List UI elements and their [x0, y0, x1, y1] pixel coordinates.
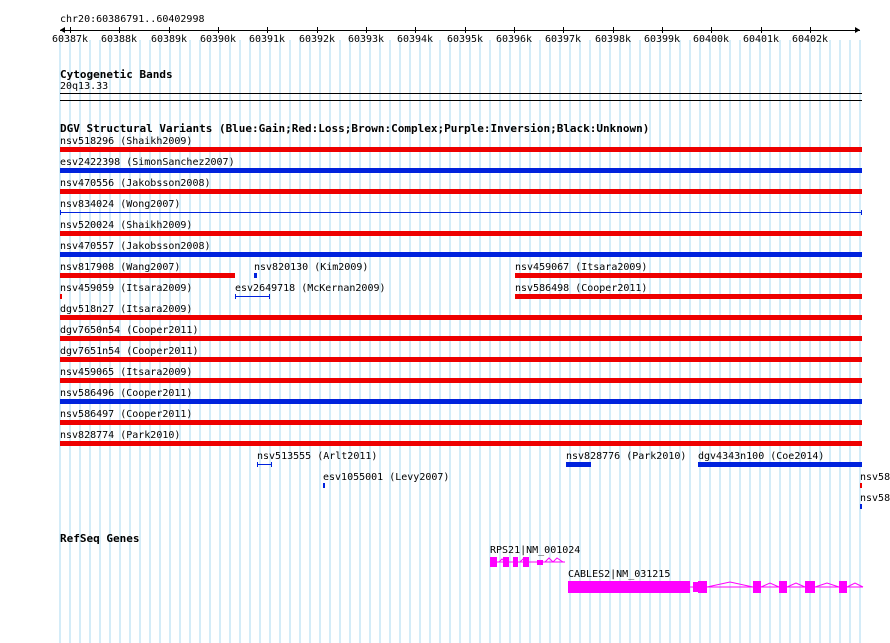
cytoband-track-title: Cytogenetic Bands [60, 68, 173, 81]
dgv-feature-bar[interactable] [60, 336, 862, 341]
ruler-tick-label: 60398k [594, 34, 632, 45]
dgv-feature-bar[interactable] [235, 296, 270, 297]
ruler-tick-label: 60394k [396, 34, 434, 45]
ruler-tick-label: 60391k [248, 34, 286, 45]
ruler-tick-mark [317, 27, 318, 33]
dgv-feature-bar[interactable] [515, 273, 862, 278]
dgv-feature-bar[interactable] [323, 483, 325, 488]
dgv-feature-bar[interactable] [60, 273, 235, 278]
dgv-feature-bar[interactable] [515, 294, 862, 299]
dgv-feature-bar[interactable] [60, 420, 862, 425]
dgv-feature-bar[interactable] [60, 168, 862, 173]
dgv-feature-bar[interactable] [860, 504, 862, 509]
dgv-feature-label: nsv58 [860, 472, 890, 483]
ruler-tick-label: 60402k [791, 34, 829, 45]
gene-cables2[interactable] [565, 580, 865, 594]
dgv-feature-bar[interactable] [698, 462, 862, 467]
dgv-feature-bar[interactable] [60, 189, 862, 194]
ruler-tick-label: 60388k [100, 34, 138, 45]
dgv-feature-bar[interactable] [254, 273, 257, 278]
ruler-tick-mark [169, 27, 170, 33]
ruler-tick-mark [613, 27, 614, 33]
ruler-tick-mark [415, 27, 416, 33]
gene-rps21[interactable] [485, 555, 585, 569]
ruler-line [60, 30, 860, 31]
cytoband-label: 20q13.33 [60, 81, 109, 92]
dgv-feature-label: nsv513555 (Arlt2011) [257, 451, 378, 462]
dgv-track-title: DGV Structural Variants (Blue:Gain;Red:L… [60, 122, 650, 135]
dgv-feature-bar[interactable] [566, 462, 591, 467]
ruler-tick-label: 60397k [544, 34, 582, 45]
ruler-tick-mark [761, 27, 762, 33]
background-grid [59, 40, 861, 643]
dgv-feature-bar[interactable] [60, 399, 862, 404]
dgv-feature-bar[interactable] [60, 294, 62, 299]
dgv-feature-label: esv1055001 (Levy2007) [323, 472, 450, 483]
ruler-tick-label: 60401k [742, 34, 780, 45]
dgv-feature-bar[interactable] [60, 231, 862, 236]
dgv-feature-label: esv2649718 (McKernan2009) [235, 283, 386, 294]
ruler-arrow-left-icon [60, 27, 65, 33]
ruler-tick-label: 60400k [692, 34, 730, 45]
dgv-feature-bar[interactable] [60, 378, 862, 383]
track-separator [60, 100, 862, 101]
ruler-tick-mark [119, 27, 120, 33]
ruler-tick-mark [267, 27, 268, 33]
ruler-tick-mark [810, 27, 811, 33]
ruler-tick-mark [514, 27, 515, 33]
dgv-feature-bar[interactable] [60, 147, 862, 152]
dgv-feature-bar[interactable] [860, 483, 862, 488]
dgv-feature-bar[interactable] [60, 315, 862, 320]
ruler-arrow-right-icon [855, 27, 860, 33]
dgv-feature-bar[interactable] [60, 441, 862, 446]
dgv-feature-label: nsv58 [860, 493, 890, 504]
ruler-tick-mark [563, 27, 564, 33]
ruler-tick-label: 60392k [298, 34, 336, 45]
dgv-feature-bar[interactable] [60, 212, 862, 213]
dgv-feature-bar[interactable] [60, 357, 862, 362]
dgv-feature-label: nsv834024 (Wong2007) [60, 199, 181, 210]
dgv-feature-bar[interactable] [60, 252, 862, 257]
dgv-feature-label: nsv459059 (Itsara2009) [60, 283, 193, 294]
location-label: chr20:60386791..60402998 [60, 14, 205, 25]
ruler-tick-mark [465, 27, 466, 33]
refseq-track-title: RefSeq Genes [60, 532, 140, 545]
ruler-tick-label: 60395k [446, 34, 484, 45]
dgv-feature-label: nsv820130 (Kim2009) [254, 262, 369, 273]
genome-browser-view: chr20:60386791..60402998 60387k 60388k 603… [0, 0, 890, 643]
ruler-tick-label: 60399k [643, 34, 681, 45]
ruler-tick-label: 60396k [495, 34, 533, 45]
ruler-tick-mark [662, 27, 663, 33]
ruler-tick-label: 60390k [199, 34, 237, 45]
ruler-tick-label: 60387k [51, 34, 89, 45]
ruler-tick-mark [711, 27, 712, 33]
ruler-tick-label: 60393k [347, 34, 385, 45]
ruler-tick-label: 60389k [150, 34, 188, 45]
cytoband-bar[interactable] [60, 93, 862, 94]
ruler-tick-mark [70, 27, 71, 33]
ruler-tick-mark [218, 27, 219, 33]
ruler-tick-mark [366, 27, 367, 33]
dgv-feature-bar[interactable] [257, 464, 272, 465]
